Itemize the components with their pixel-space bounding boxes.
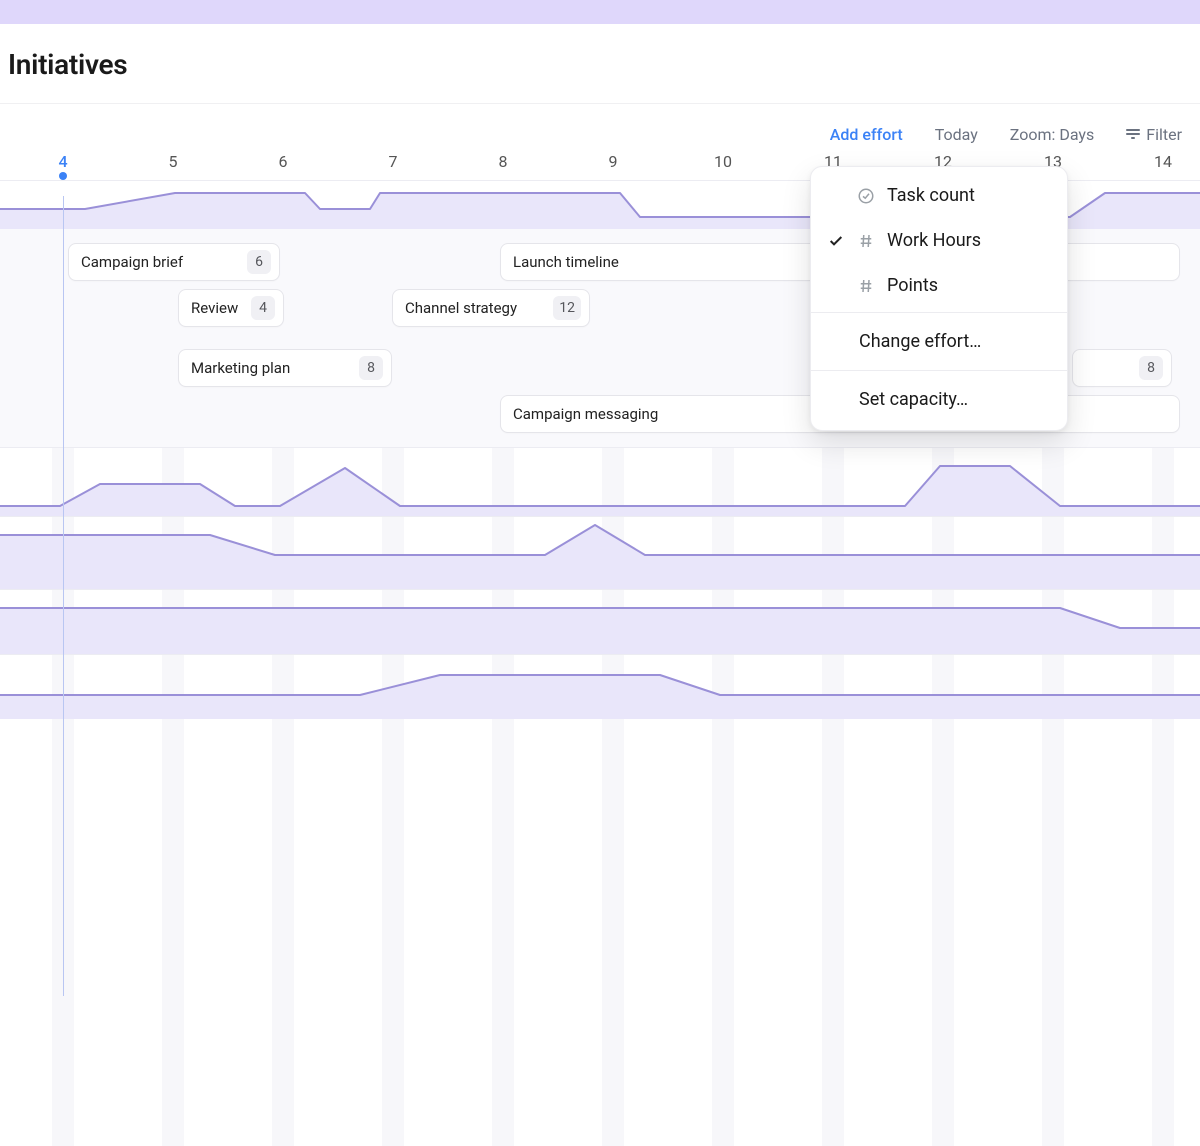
task-campaign-brief[interactable]: Campaign brief 6 xyxy=(68,243,280,281)
task-count-badge: 6 xyxy=(247,250,271,274)
task-count-badge: 8 xyxy=(359,356,383,380)
task-count-badge: 12 xyxy=(553,296,581,320)
menu-divider xyxy=(811,370,1067,371)
selected-check-slot xyxy=(827,277,845,295)
today-dot-icon xyxy=(59,172,67,180)
day-header[interactable]: 9 xyxy=(558,150,668,171)
effort-dropdown: Task count Work Hours Points Change effo… xyxy=(810,166,1068,431)
hash-icon xyxy=(857,277,875,295)
day-header[interactable]: 8 xyxy=(448,150,558,171)
capacity-sparkline xyxy=(0,448,1200,516)
effort-option-work-hours[interactable]: Work Hours xyxy=(811,218,1067,263)
task-marketing-plan[interactable]: Marketing plan 8 xyxy=(178,349,392,387)
day-number: 6 xyxy=(279,152,288,171)
day-number: 9 xyxy=(609,152,618,171)
capacity-sparkline xyxy=(0,517,1200,589)
filter-button[interactable]: Filter xyxy=(1126,125,1182,144)
day-number: 8 xyxy=(499,152,508,171)
hash-icon xyxy=(857,232,875,250)
capacity-lane xyxy=(0,516,1200,589)
capacity-lane xyxy=(0,447,1200,516)
capacity-lane xyxy=(0,654,1200,719)
add-effort-button[interactable]: Add effort xyxy=(830,125,903,144)
window-top-band xyxy=(0,0,1200,24)
task-count-badge: 8 xyxy=(1139,356,1163,380)
day-number: 5 xyxy=(169,152,178,171)
set-capacity-action[interactable]: Set capacity… xyxy=(811,375,1067,424)
menu-divider xyxy=(811,312,1067,313)
page-header: Initiatives xyxy=(0,24,1200,104)
task-label: Campaign brief xyxy=(81,253,247,271)
check-icon xyxy=(827,232,845,250)
today-button[interactable]: Today xyxy=(935,125,978,144)
capacity-sparkline xyxy=(0,590,1200,654)
day-header[interactable]: 5 xyxy=(118,150,228,171)
filter-label: Filter xyxy=(1146,125,1182,144)
filter-icon xyxy=(1126,129,1140,139)
task-label: Marketing plan xyxy=(191,359,359,377)
check-circle-icon xyxy=(857,187,875,205)
menu-item-label: Work Hours xyxy=(887,230,981,251)
selected-check-slot xyxy=(827,187,845,205)
day-number: 14 xyxy=(1154,152,1172,171)
day-number: 10 xyxy=(714,152,732,171)
day-header[interactable]: 6 xyxy=(228,150,338,171)
menu-item-label: Task count xyxy=(887,185,975,206)
capacity-sparkline xyxy=(0,655,1200,719)
page-title: Initiatives xyxy=(8,48,1192,81)
day-header[interactable]: 4 xyxy=(8,150,118,171)
effort-option-task-count[interactable]: Task count xyxy=(811,173,1067,218)
task-extra-right[interactable]: 8 xyxy=(1072,349,1172,387)
change-effort-action[interactable]: Change effort… xyxy=(811,317,1067,366)
effort-option-points[interactable]: Points xyxy=(811,263,1067,308)
capacity-lane xyxy=(0,589,1200,654)
task-label: Review xyxy=(191,299,251,317)
menu-item-label: Points xyxy=(887,275,938,296)
timeline-toolbar: Add effort Today Zoom: Days Filter xyxy=(0,104,1200,150)
task-label: Channel strategy xyxy=(405,299,553,317)
day-header[interactable]: 14 xyxy=(1108,150,1200,171)
day-header[interactable]: 10 xyxy=(668,150,778,171)
day-header[interactable]: 7 xyxy=(338,150,448,171)
task-review[interactable]: Review 4 xyxy=(178,289,284,327)
day-number: 7 xyxy=(389,152,398,171)
task-channel-strategy[interactable]: Channel strategy 12 xyxy=(392,289,590,327)
zoom-select[interactable]: Zoom: Days xyxy=(1010,125,1094,144)
task-count-badge: 4 xyxy=(251,296,275,320)
today-indicator-line xyxy=(63,196,64,996)
day-number: 4 xyxy=(58,152,67,171)
